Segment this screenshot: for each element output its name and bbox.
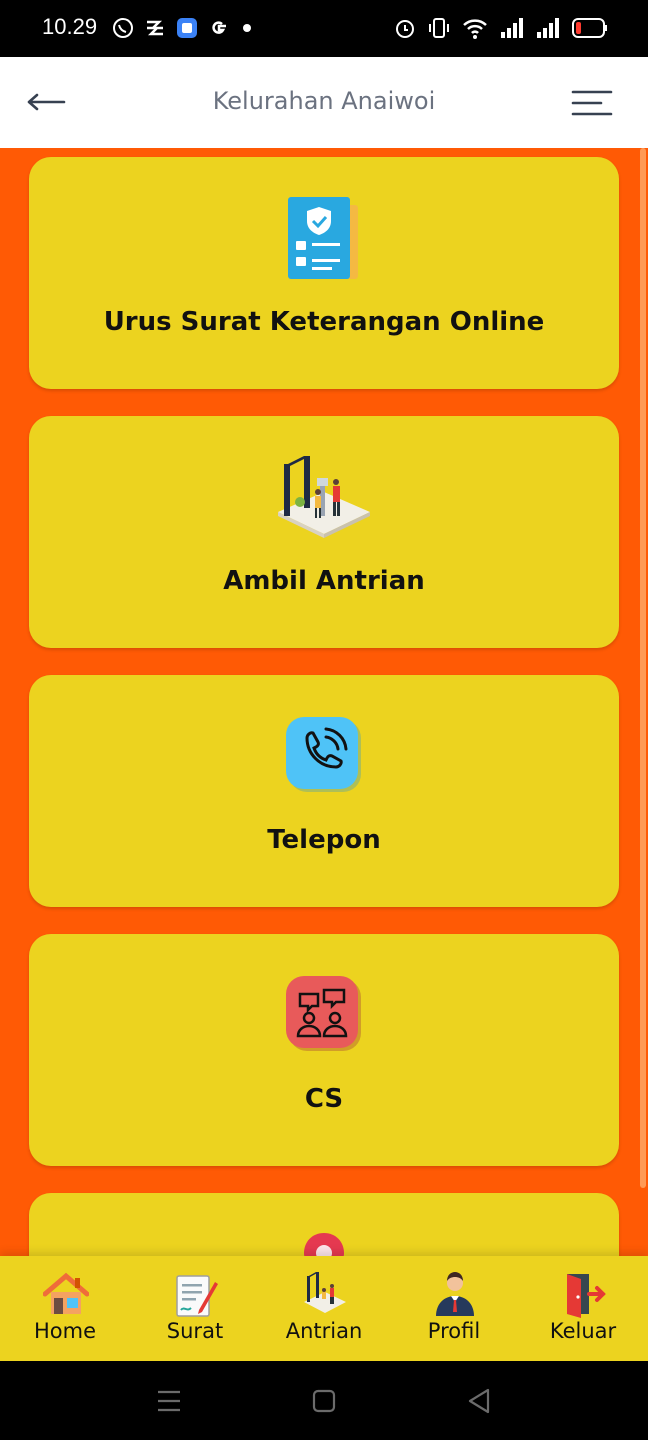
document-checklist-icon	[288, 197, 358, 279]
battery-icon	[572, 18, 607, 38]
location-pin-icon	[304, 1233, 344, 1256]
card-label: Telepon	[267, 825, 381, 855]
nav-label: Profil	[427, 1319, 481, 1343]
home-square-icon	[312, 1389, 336, 1413]
wifi-icon	[463, 19, 487, 39]
app-icon	[177, 18, 197, 38]
recent-apps-button[interactable]	[154, 1386, 184, 1416]
bottom-navigation: Home Surat Antrian Profil Keluar	[0, 1256, 648, 1361]
home-system-button[interactable]	[309, 1386, 339, 1416]
customer-service-icon	[286, 976, 361, 1051]
phone-icon	[286, 717, 361, 792]
back-system-button[interactable]	[464, 1386, 494, 1416]
status-bar: 10.29	[0, 0, 648, 57]
home-icon	[43, 1272, 89, 1314]
status-time: 10.29	[42, 14, 98, 39]
nav-profil[interactable]: Profil	[394, 1256, 514, 1361]
signal-icon	[537, 18, 559, 38]
menu-list[interactable]: Urus Surat Keterangan Online Ambil Antri…	[0, 148, 648, 1256]
card-ambil-antrian[interactable]: Ambil Antrian	[29, 416, 619, 648]
card-urus-surat[interactable]: Urus Surat Keterangan Online	[29, 157, 619, 389]
alarm-icon	[396, 20, 414, 38]
nav-label: Antrian	[285, 1319, 363, 1343]
vibrate-icon	[429, 18, 449, 38]
letter-edit-icon	[176, 1275, 218, 1317]
scrollbar[interactable]	[640, 148, 646, 1188]
dot-icon	[243, 24, 251, 32]
recent-apps-icon	[158, 1390, 180, 1412]
nav-label: Keluar	[549, 1319, 617, 1343]
app-icon	[147, 20, 163, 36]
page-title: Kelurahan Anaiwoi	[212, 87, 436, 115]
queue-icon	[304, 1272, 346, 1313]
nav-label: Surat	[166, 1319, 224, 1343]
nav-home[interactable]: Home	[5, 1256, 125, 1361]
profile-icon	[436, 1272, 474, 1316]
card-label: Urus Surat Keterangan Online	[103, 307, 545, 337]
signal-icon	[501, 18, 523, 38]
nav-keluar[interactable]: Keluar	[523, 1256, 643, 1361]
card-telepon[interactable]: Telepon	[29, 675, 619, 907]
hamburger-menu-icon	[571, 90, 613, 116]
nav-surat[interactable]: Surat	[135, 1256, 255, 1361]
nav-label: Home	[33, 1319, 96, 1343]
system-navigation-bar	[0, 1361, 648, 1440]
menu-button[interactable]	[570, 88, 614, 118]
card-cs[interactable]: CS	[29, 934, 619, 1166]
nav-antrian[interactable]: Antrian	[264, 1256, 384, 1361]
card-label: CS	[304, 1084, 344, 1114]
queue-kiosk-icon	[278, 456, 370, 538]
app-header: Kelurahan Anaiwoi	[0, 57, 648, 148]
back-triangle-icon	[468, 1388, 490, 1414]
google-icon	[212, 21, 226, 34]
card-label: Ambil Antrian	[223, 566, 425, 596]
exit-door-icon	[567, 1274, 606, 1318]
whatsapp-icon	[113, 18, 133, 38]
card-location[interactable]	[29, 1193, 619, 1256]
